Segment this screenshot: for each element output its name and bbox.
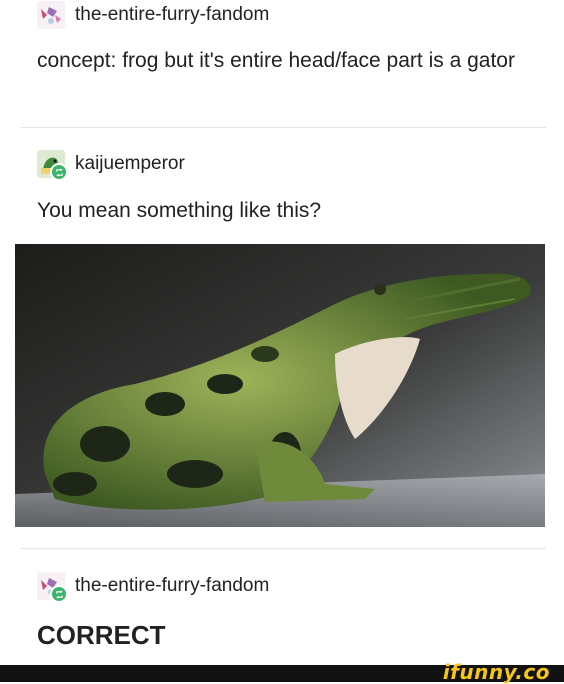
frog-gator-image — [15, 244, 545, 527]
reblog-badge — [50, 585, 68, 603]
post-header-3: the-entire-furry-fandom — [37, 572, 269, 603]
post-text: CORRECT — [37, 620, 166, 650]
ifunny-watermark: ifunny.co — [442, 660, 550, 684]
reblog-icon — [55, 167, 63, 177]
divider — [20, 127, 546, 128]
avatar[interactable] — [37, 1, 65, 29]
reblog-icon — [55, 589, 63, 599]
post-header-1: the-entire-furry-fandom — [37, 1, 269, 29]
frog-gator-photo — [15, 244, 545, 527]
furry-avatar-icon — [37, 1, 65, 29]
post-text: You mean something like this? — [37, 199, 322, 222]
divider — [20, 548, 546, 549]
watermark-bar: ifunny.co — [0, 660, 564, 684]
post-header-2: kaijuemperor — [37, 150, 185, 181]
username[interactable]: the-entire-furry-fandom — [75, 575, 269, 597]
post-text: concept: frog but it's entire head/face … — [37, 49, 515, 72]
reblog-badge — [50, 163, 68, 181]
username[interactable]: kaijuemperor — [75, 153, 185, 175]
username[interactable]: the-entire-furry-fandom — [75, 4, 269, 26]
avatar[interactable] — [37, 572, 68, 603]
avatar[interactable] — [37, 150, 68, 181]
